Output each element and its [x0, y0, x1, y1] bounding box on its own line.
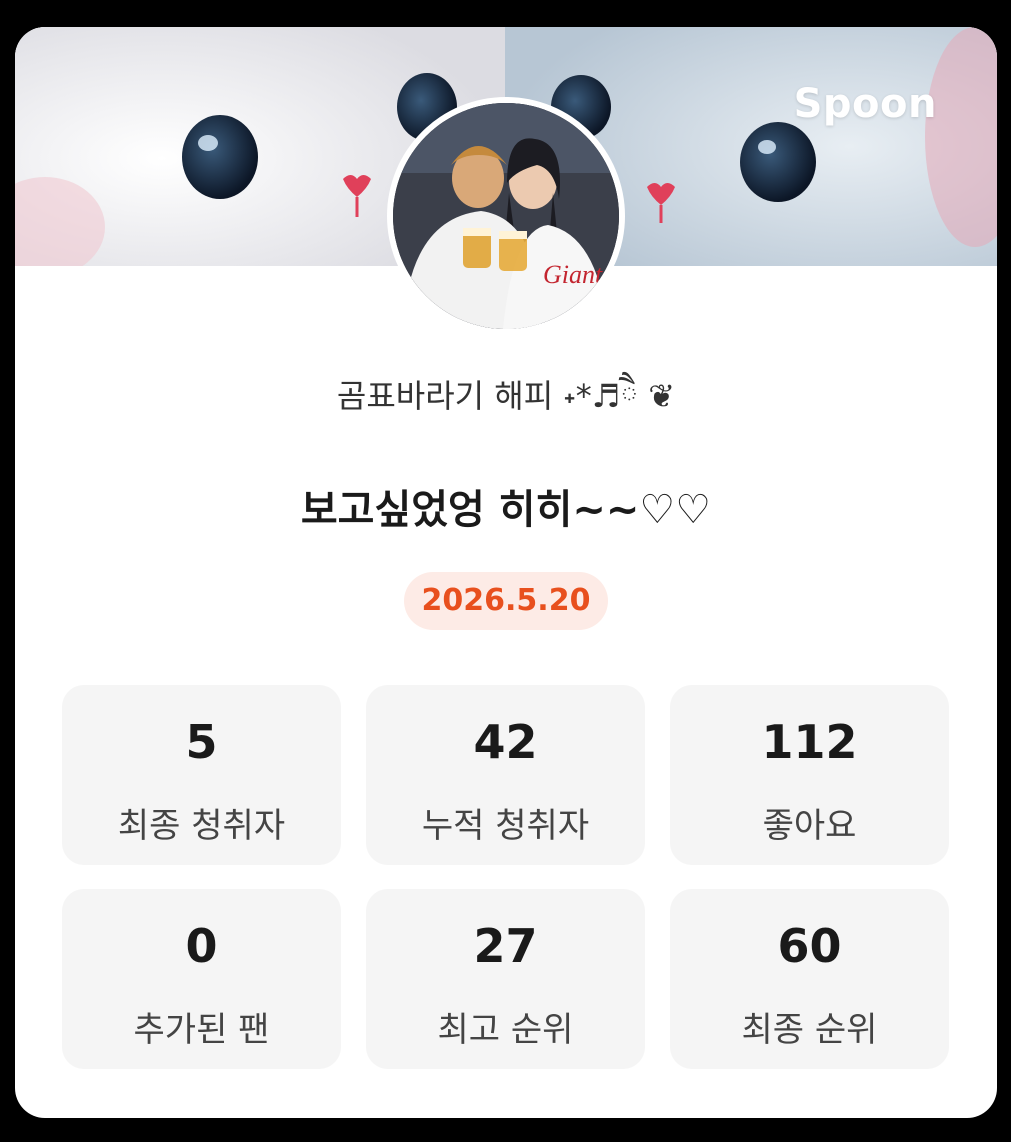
stat-value: 112: [761, 715, 858, 769]
stat-new-fans: 0 추가된 팬: [62, 889, 341, 1069]
stat-value: 42: [473, 715, 538, 769]
stat-total-listeners: 42 누적 청취자: [366, 685, 645, 865]
date-badge: 2026.5.20: [404, 572, 608, 630]
stat-best-rank: 27 최고 순위: [366, 889, 645, 1069]
svg-text:Giants: Giants: [543, 260, 612, 289]
stat-value: 0: [185, 919, 218, 973]
stat-label: 최종 순위: [741, 1010, 878, 1050]
broadcast-title: 보고싶었엉 히히~~♡♡: [300, 487, 712, 533]
stat-final-rank: 60 최종 순위: [670, 889, 949, 1069]
stat-label: 추가된 팬: [133, 1010, 270, 1050]
stat-final-listeners: 5 최종 청취자: [62, 685, 341, 865]
couple-photo-icon: Giants: [393, 103, 619, 329]
stat-label: 누적 청취자: [421, 806, 590, 846]
avatar-image: Giants: [393, 103, 619, 329]
stat-value: 27: [473, 919, 538, 973]
stat-label: 최고 순위: [437, 1010, 574, 1050]
broadcast-summary-card: Spoon Giants 곰표바라기 해피 ˖*♬ཻ ❦ 보고싶었엉 히히~~♡…: [15, 27, 997, 1118]
stat-value: 5: [185, 715, 218, 769]
avatar[interactable]: Giants: [387, 97, 625, 335]
stat-likes: 112 좋아요: [670, 685, 949, 865]
stat-value: 60: [777, 919, 842, 973]
stat-label: 좋아요: [762, 806, 857, 846]
streamer-nickname: 곰표바라기 해피 ˖*♬ཻ ❦: [336, 377, 676, 415]
spoon-logo: Spoon: [793, 81, 937, 127]
stat-label: 최종 청취자: [117, 806, 286, 846]
